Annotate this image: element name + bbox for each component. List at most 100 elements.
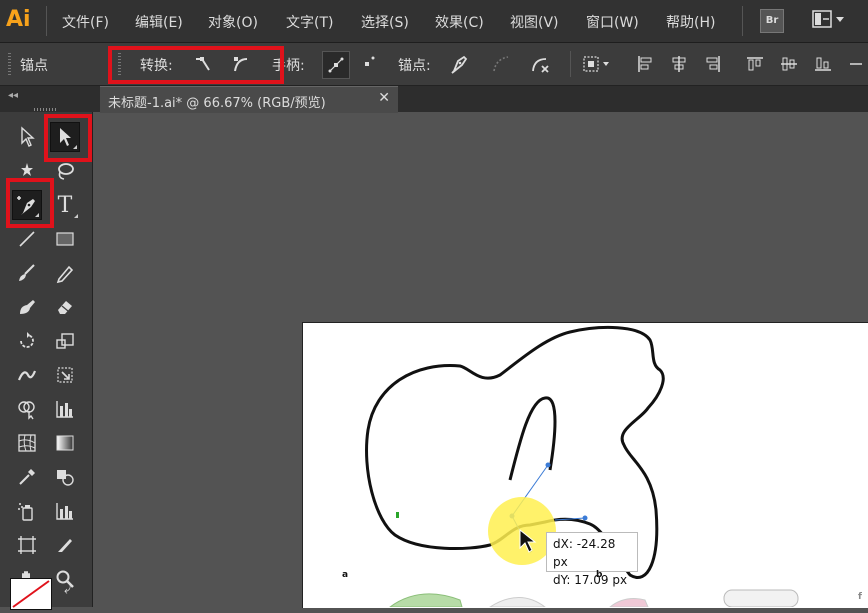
rectangle-tool[interactable] [50, 224, 80, 254]
column-graph-icon [56, 503, 73, 520]
line-segment-tool[interactable] [12, 224, 42, 254]
direct-selection-tool[interactable] [50, 122, 80, 152]
shape-builder-tool[interactable] [12, 394, 42, 424]
cylinder-object [723, 589, 799, 607]
align-horizontal-center-button[interactable] [666, 51, 692, 77]
document-tab[interactable]: 未标题-1.ai* @ 66.67% (RGB/预览) ✕ [100, 86, 398, 113]
menu-bar: Ai 文件(F) 编辑(E) 对象(O) 文字(T) 选择(S) 效果(C) 视… [0, 0, 868, 43]
pen-tool[interactable] [12, 190, 42, 220]
delta-x: dX: -24.28 px [553, 537, 616, 569]
line-icon [19, 231, 35, 247]
remove-anchor-button[interactable] [446, 51, 472, 77]
handles-label: 手柄: [272, 58, 305, 74]
hide-handles-icon [365, 56, 375, 66]
control-bar-grip[interactable] [118, 53, 121, 75]
rectangle-icon [56, 232, 74, 246]
bridge-button[interactable]: Br [760, 9, 784, 33]
artboard-tool[interactable] [12, 530, 42, 560]
free-transform-icon [57, 367, 73, 383]
menu-object[interactable]: 对象(O) [208, 12, 258, 32]
connect-anchors-button[interactable] [488, 51, 514, 77]
convert-to-corner-button[interactable] [190, 51, 216, 77]
art-label-b: b [596, 570, 603, 580]
gradient-tool[interactable] [50, 428, 80, 458]
delta-readout: dX: -24.28 px dY: 17.09 px [546, 532, 638, 587]
edited-segment [508, 396, 557, 481]
align-right-button[interactable] [700, 51, 726, 77]
pen-minus-icon [451, 55, 468, 74]
control-bar: 锚点 转换: 手柄: 锚点: [0, 43, 868, 86]
gradient-icon [56, 435, 74, 451]
align-vertical-center-button[interactable] [776, 51, 802, 77]
graph-tool[interactable] [50, 394, 80, 424]
magic-wand-tool[interactable] [12, 156, 42, 186]
convert-smooth-icon [234, 57, 248, 72]
menu-separator [742, 6, 743, 36]
menu-separator [46, 6, 47, 36]
magic-wand-icon [21, 163, 33, 176]
menu-edit[interactable]: 编辑(E) [135, 12, 183, 32]
app-logo: Ai [6, 7, 31, 32]
align-top-button[interactable] [742, 51, 768, 77]
scale-tool[interactable] [50, 326, 80, 356]
more-align-button[interactable] [846, 51, 866, 77]
convert-corner-icon [196, 57, 210, 71]
convert-to-smooth-button[interactable] [228, 51, 254, 77]
cut-path-button[interactable] [528, 51, 554, 77]
mesh-icon [18, 434, 36, 452]
eraser-tool[interactable] [50, 292, 80, 322]
align-bottom-icon [815, 57, 831, 71]
hide-handles-button[interactable] [354, 51, 380, 77]
rotate-tool[interactable] [12, 326, 42, 356]
width-icon [17, 370, 37, 381]
paintbrush-icon [19, 264, 35, 281]
menu-select[interactable]: 选择(S) [361, 12, 409, 32]
align-left-icon [638, 56, 652, 72]
fill-swatch[interactable] [10, 578, 52, 610]
eyedropper-tool[interactable] [12, 462, 42, 492]
align-bottom-button[interactable] [810, 51, 836, 77]
close-icon[interactable]: ✕ [378, 90, 390, 106]
workspace-layout-button[interactable] [812, 9, 848, 31]
column-graph-tool[interactable] [50, 496, 80, 526]
swap-fill-stroke-icon[interactable]: ⤸ [64, 580, 80, 594]
pencil-tool[interactable] [50, 258, 80, 288]
selection-tool[interactable] [12, 122, 42, 152]
eyedropper-icon [19, 469, 35, 485]
align-to-selection-dropdown[interactable] [580, 51, 616, 77]
rotate-icon [20, 332, 34, 348]
menu-view[interactable]: 视图(V) [510, 12, 559, 32]
handle-point [582, 515, 588, 521]
mesh-tool[interactable] [12, 428, 42, 458]
align-right-icon [706, 56, 720, 72]
slice-knife-icon [58, 539, 72, 552]
align-top-icon [747, 57, 763, 71]
control-bar-grip[interactable] [8, 53, 11, 75]
free-transform-tool[interactable] [50, 360, 80, 390]
type-tool[interactable]: T [50, 190, 80, 220]
align-to-selection-icon [583, 56, 609, 72]
menu-help[interactable]: 帮助(H) [666, 12, 715, 32]
menu-effect[interactable]: 效果(C) [435, 12, 484, 32]
align-left-button[interactable] [632, 51, 658, 77]
arrow-right-icon [850, 63, 862, 65]
layout-grid-icon [812, 10, 844, 28]
tools-panel-grip[interactable] [34, 108, 58, 111]
blob-brush-tool[interactable] [12, 292, 42, 322]
show-handles-button[interactable] [322, 51, 350, 79]
width-tool[interactable] [12, 360, 42, 390]
menu-window[interactable]: 窗口(W) [586, 12, 639, 32]
selection-arrow-icon [21, 126, 35, 147]
menu-file[interactable]: 文件(F) [62, 12, 109, 32]
paintbrush-tool[interactable] [12, 258, 42, 288]
art-label-f: f [858, 592, 862, 602]
align-center-icon [672, 56, 686, 72]
lasso-tool[interactable] [50, 156, 80, 186]
symbol-sprayer-tool[interactable] [12, 496, 42, 526]
collapse-panels-icon[interactable]: ◂◂ [8, 90, 18, 101]
mouse-cursor-icon [519, 528, 537, 553]
slice-tool[interactable] [50, 530, 80, 560]
none-slash-icon [12, 580, 50, 608]
blend-tool[interactable] [50, 462, 80, 492]
menu-type[interactable]: 文字(T) [286, 12, 333, 32]
